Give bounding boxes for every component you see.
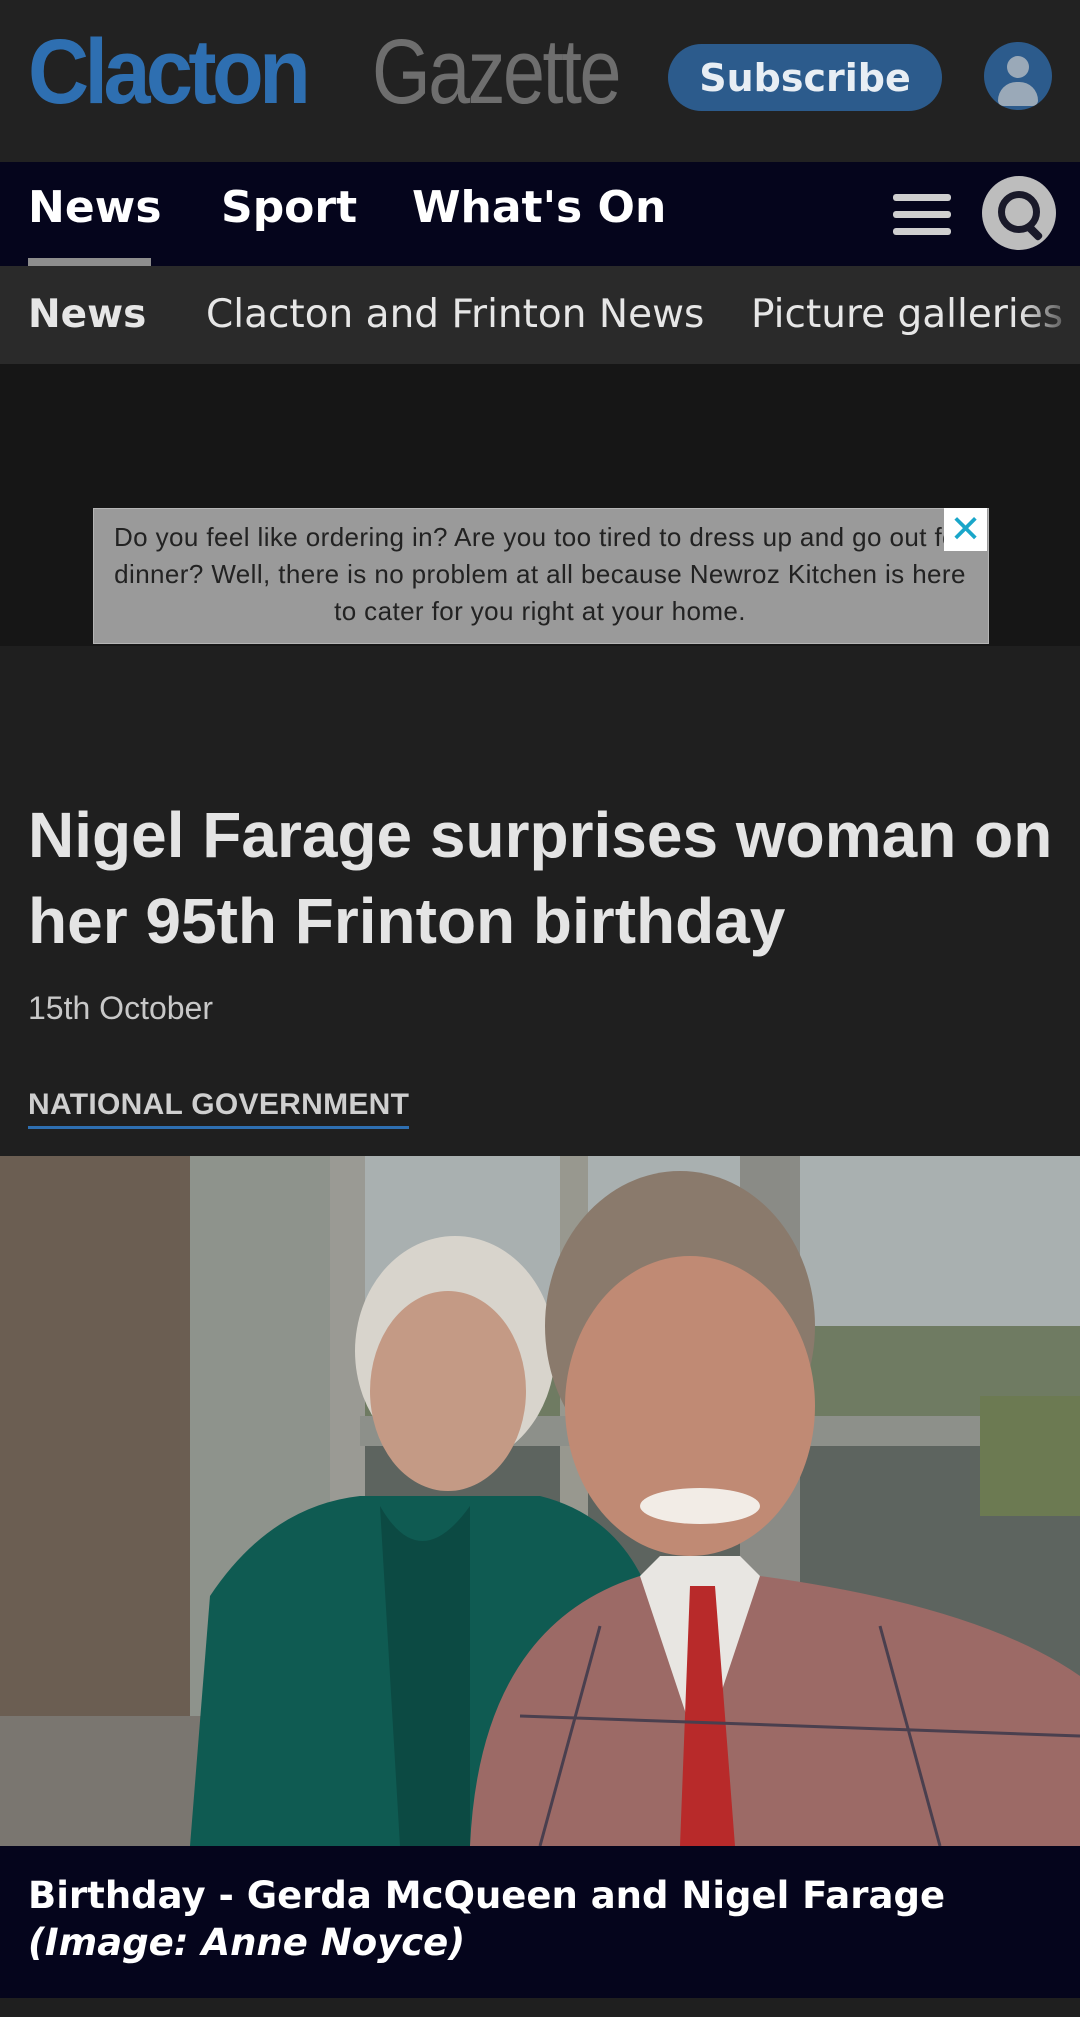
ad-text: Do you feel like ordering in? Are you to…	[114, 522, 966, 626]
menu-icon[interactable]	[893, 194, 951, 238]
site-logo[interactable]: Clacton Gazette	[28, 20, 621, 123]
logo-clacton-text: Clacton	[28, 21, 311, 123]
account-icon[interactable]	[984, 42, 1052, 110]
photo-caption: Birthday - Gerda McQueen and Nigel Farag…	[28, 1872, 1058, 1966]
subnav-item-picture-galleries[interactable]: Picture galleries	[751, 292, 1063, 337]
article-photo[interactable]	[0, 1156, 1080, 1846]
subscribe-button[interactable]: Subscribe	[668, 44, 942, 111]
subnav-item-news[interactable]: News	[28, 292, 146, 337]
logo-gazette-text: Gazette	[372, 21, 621, 123]
ad-close-icon[interactable]: ✕	[944, 508, 987, 551]
site-header: Clacton Gazette Subscribe	[0, 0, 1080, 162]
article-date: 15th October	[28, 990, 213, 1026]
nav-item-sport[interactable]: Sport	[221, 182, 357, 233]
subnav-item-clacton-frinton[interactable]: Clacton and Frinton News	[206, 292, 704, 337]
secondary-nav: News Clacton and Frinton News Picture ga…	[0, 266, 1080, 364]
caption-text: Birthday - Gerda McQueen and Nigel Farag…	[28, 1874, 946, 1917]
nav-active-indicator	[28, 258, 151, 266]
nav-item-news[interactable]: News	[28, 182, 162, 233]
article-headline: Nigel Farage surprises woman on her 95th…	[28, 799, 1053, 957]
scroll-fade	[1020, 266, 1080, 364]
caption-credit: (Image: Anne Noyce)	[28, 1921, 466, 1964]
photo-illustration	[0, 1156, 1080, 1846]
category-link[interactable]: NATIONAL GOVERNMENT	[28, 1088, 410, 1129]
search-icon[interactable]	[982, 176, 1056, 250]
page-bottom	[0, 1998, 1080, 2017]
advertisement-banner[interactable]: Do you feel like ordering in? Are you to…	[93, 508, 989, 644]
nav-item-whats-on[interactable]: What's On	[412, 182, 666, 233]
